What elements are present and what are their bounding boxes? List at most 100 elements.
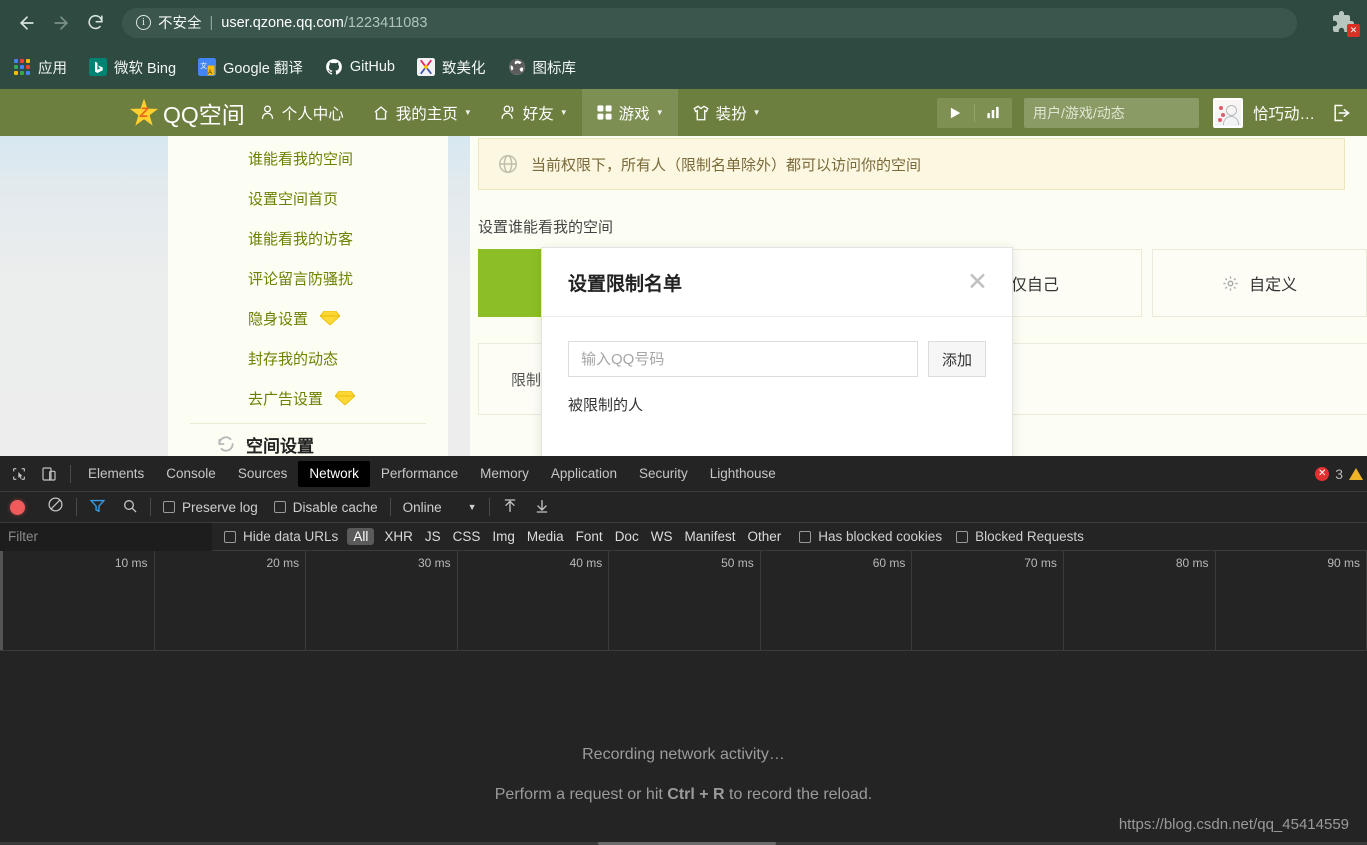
filter-type-ws[interactable]: WS — [645, 528, 679, 545]
filter-type-img[interactable]: Img — [486, 528, 521, 545]
qq-number-input[interactable] — [568, 341, 918, 377]
sidebar-item-who-can-see-space[interactable]: 谁能看我的空间 — [168, 138, 448, 178]
filter-type-media[interactable]: Media — [521, 528, 570, 545]
add-qq-row: 添加 — [568, 341, 986, 377]
filter-funnel-icon[interactable] — [89, 497, 106, 517]
dialog-body: 添加 被限制的人 — [542, 317, 1012, 415]
bookmark-zhimeihua[interactable]: 致美化 — [417, 57, 486, 78]
sidebar-item-set-homepage[interactable]: 设置空间首页 — [168, 178, 448, 218]
bar-chart-icon[interactable] — [975, 98, 1012, 128]
record-icon[interactable] — [10, 499, 25, 515]
tab-memory[interactable]: Memory — [469, 461, 540, 487]
tab-performance[interactable]: Performance — [370, 461, 469, 487]
import-har-icon[interactable] — [502, 498, 518, 517]
filter-type-other[interactable]: Other — [741, 528, 787, 545]
search-input[interactable] — [1032, 104, 1214, 121]
add-button[interactable]: 添加 — [928, 341, 986, 377]
tab-lighthouse[interactable]: Lighthouse — [699, 461, 787, 487]
sidebar-section-space-settings[interactable]: 空间设置 — [168, 424, 448, 456]
recording-message: Recording network activity… — [582, 746, 785, 763]
filter-type-all[interactable]: All — [347, 528, 375, 545]
filter-type-doc[interactable]: Doc — [609, 528, 645, 545]
puzzle-piece-icon[interactable]: ✕ — [1331, 10, 1360, 37]
chevron-down-icon: ▼ — [752, 108, 761, 117]
google-translate-icon: 文A — [198, 58, 217, 76]
has-blocked-cookies-checkbox[interactable]: Has blocked cookies — [799, 529, 942, 544]
sidebar-item-archive-feeds[interactable]: 封存我的动态 — [168, 338, 448, 378]
hide-data-urls-checkbox[interactable]: Hide data URLs — [224, 529, 338, 544]
extension-error-badge: ✕ — [1347, 23, 1360, 37]
throttling-select[interactable]: Online ▼ — [403, 500, 477, 515]
filter-type-css[interactable]: CSS — [447, 528, 487, 545]
sidebar-item-stealth-settings[interactable]: 隐身设置 — [168, 298, 448, 338]
sidebar-item-who-can-see-visitors[interactable]: 谁能看我的访客 — [168, 218, 448, 258]
export-har-icon[interactable] — [534, 498, 550, 517]
disable-cache-checkbox[interactable]: Disable cache — [273, 500, 378, 515]
play-icon[interactable] — [937, 98, 974, 128]
inspect-element-icon[interactable] — [4, 460, 34, 488]
qzone-logo[interactable]: Z QQ空间 — [130, 96, 245, 130]
filter-type-xhr[interactable]: XHR — [378, 528, 419, 545]
back-button[interactable] — [10, 6, 44, 40]
tab-console[interactable]: Console — [155, 461, 227, 487]
sidebar-item-comment-antispam[interactable]: 评论留言防骚扰 — [168, 258, 448, 298]
chevron-down-icon: ▼ — [655, 108, 664, 117]
bookmark-iconlib[interactable]: 图标库 — [508, 57, 577, 78]
nav-item-personal-center[interactable]: 个人中心 — [245, 89, 358, 136]
device-toolbar-icon[interactable] — [34, 460, 64, 488]
sidebar-item-remove-ads[interactable]: 去广告设置 — [168, 378, 448, 418]
tab-network[interactable]: Network — [298, 460, 370, 487]
network-timeline[interactable]: 10 ms 20 ms 30 ms 40 ms 50 ms 60 ms 70 m… — [0, 551, 1367, 651]
network-empty-state: Recording network activity… Perform a re… — [0, 746, 1367, 804]
checkbox-box — [163, 501, 175, 513]
sidebar-item-label: 谁能看我的访客 — [248, 230, 354, 248]
tab-security[interactable]: Security — [628, 461, 699, 487]
qzone-navbar: Z QQ空间 个人中心 我的主页 ▼ 好友 ▼ 游戏 ▼ 装扮 ▼ 用户/游戏/… — [0, 89, 1367, 136]
search-icon[interactable] — [122, 498, 138, 517]
timeline-tick-label: 30 ms — [418, 556, 451, 570]
browser-toolbar: i 不安全 | user.qzone.qq.com/1223411083 ✕ — [0, 0, 1367, 45]
close-icon[interactable]: ✕ — [967, 269, 988, 295]
tab-sources[interactable]: Sources — [227, 461, 299, 487]
bookmark-label: 图标库 — [532, 60, 577, 77]
qzone-star-icon: Z — [130, 98, 158, 127]
filter-type-manifest[interactable]: Manifest — [678, 528, 741, 545]
tab-application[interactable]: Application — [540, 461, 628, 487]
nav-item-decorate[interactable]: 装扮 ▼ — [678, 89, 775, 136]
option-label: 仅自己 — [1010, 277, 1059, 294]
logout-icon[interactable] — [1331, 103, 1351, 123]
nav-item-my-homepage[interactable]: 我的主页 ▼ — [358, 89, 486, 136]
forward-button[interactable] — [44, 6, 78, 40]
avatar[interactable] — [1212, 97, 1243, 128]
bookmark-github[interactable]: GitHub — [325, 58, 395, 76]
nav-item-friends[interactable]: 好友 ▼ — [486, 89, 582, 136]
devtools-panel: Elements Console Sources Network Perform… — [0, 456, 1367, 845]
nav-search-box[interactable] — [1023, 97, 1230, 128]
nav-username[interactable]: 恰巧动… — [1253, 102, 1315, 124]
timeline-segment: 20 ms — [155, 551, 307, 650]
address-bar[interactable]: i 不安全 | user.qzone.qq.com/1223411083 — [122, 7, 1297, 38]
error-summary[interactable]: ✕ 3 — [1315, 456, 1363, 492]
bookmark-label: 应用 — [38, 60, 67, 77]
clear-icon[interactable] — [47, 496, 64, 518]
reload-button[interactable] — [78, 6, 112, 40]
tab-elements[interactable]: Elements — [77, 461, 155, 487]
timeline-segment: 80 ms — [1064, 551, 1216, 650]
filter-input[interactable] — [0, 522, 212, 551]
filter-type-font[interactable]: Font — [570, 528, 609, 545]
blocked-requests-checkbox[interactable]: Blocked Requests — [956, 529, 1084, 544]
bookmark-google-translate[interactable]: 文A Google 翻译 — [198, 57, 303, 78]
hint-post: to record the reload. — [724, 786, 873, 803]
sidebar-item-label: 去广告设置 — [248, 390, 324, 408]
bookmark-apps[interactable]: 应用 — [14, 57, 67, 78]
filter-type-js[interactable]: JS — [419, 528, 447, 545]
error-icon: ✕ — [1315, 467, 1330, 481]
site-info-icon[interactable]: i — [136, 15, 151, 30]
timeline-tick-label: 80 ms — [1175, 556, 1209, 570]
bookmark-bing[interactable]: 微软 Bing — [89, 57, 176, 78]
preserve-log-checkbox[interactable]: Preserve log — [163, 500, 258, 515]
nav-item-games[interactable]: 游戏 ▼ — [581, 89, 678, 136]
option-custom[interactable]: 自定义 — [1152, 249, 1367, 317]
qzone-page: Z QQ空间 个人中心 我的主页 ▼ 好友 ▼ 游戏 ▼ 装扮 ▼ 用户/游戏/… — [0, 89, 1367, 456]
timeline-segment: 10 ms — [3, 551, 155, 650]
